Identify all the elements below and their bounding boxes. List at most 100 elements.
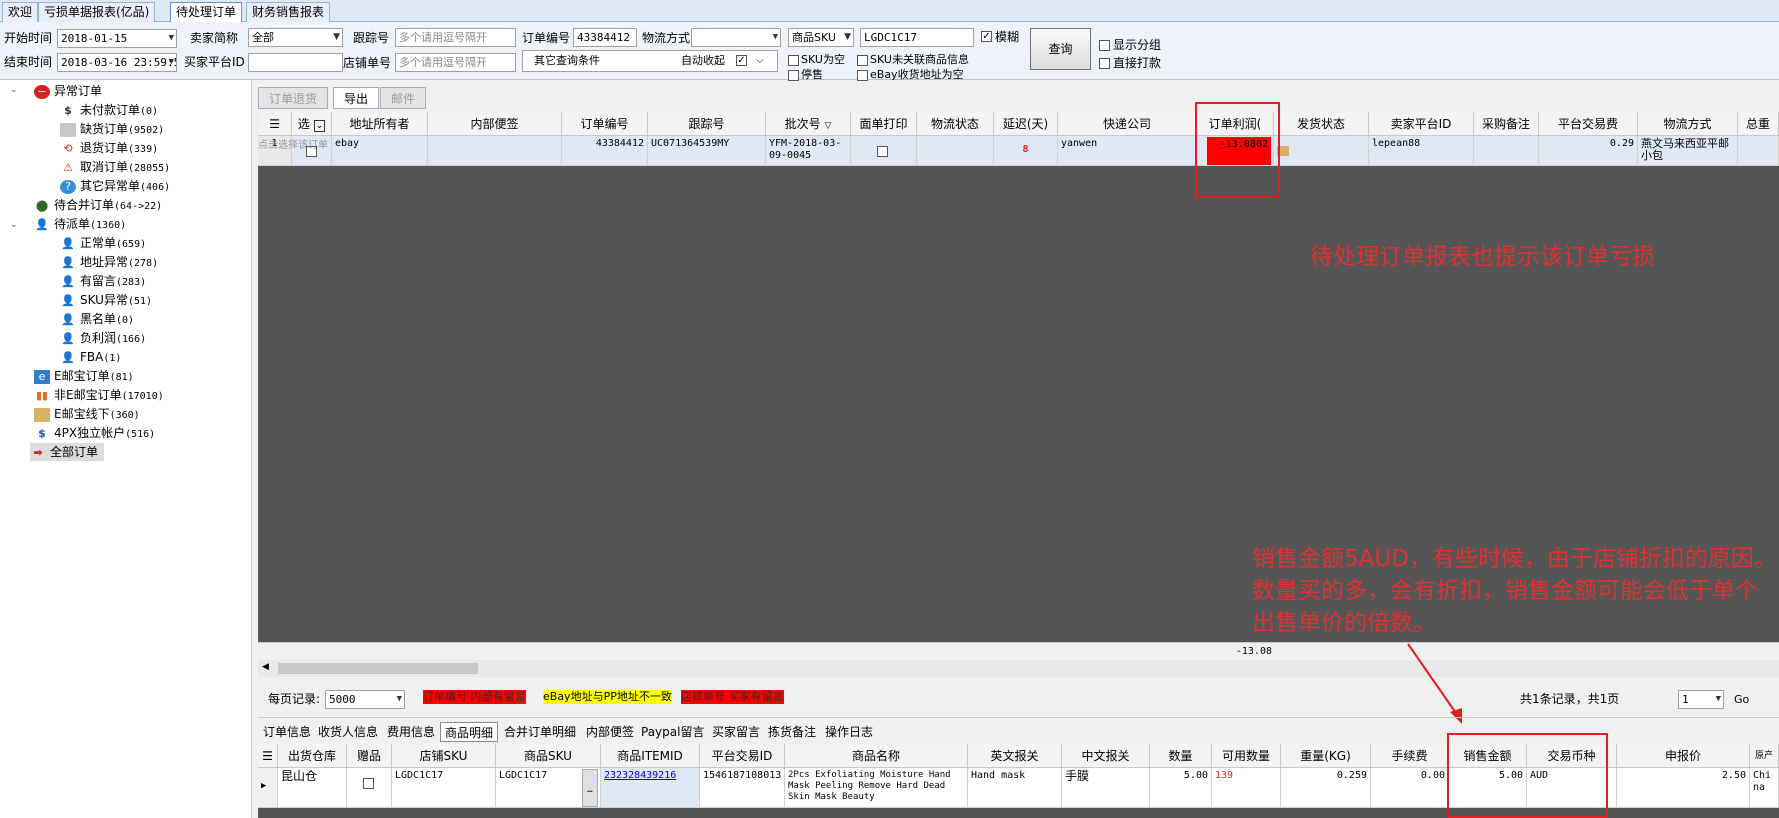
col-address-owner[interactable]: 地址所有者 xyxy=(332,112,428,136)
dcol-origin[interactable]: 原产 xyxy=(1750,744,1779,768)
dcol-item-id[interactable]: 商品ITEMID xyxy=(601,744,700,768)
end-time-picker[interactable]: 2018-03-16 23:59:5 ▼ xyxy=(57,53,177,72)
gift-checkbox[interactable] xyxy=(363,778,374,789)
tree-item-returns[interactable]: ⟲ 退货订单(339) xyxy=(60,139,158,157)
tree-item-cancelled[interactable]: ⚠ 取消订单(28055) xyxy=(60,158,170,176)
tree-item-unpaid[interactable]: $ 未付款订单(0) xyxy=(60,101,158,119)
detail-tab-picking-note[interactable]: 拣货备注 xyxy=(764,722,820,742)
collapse-icon[interactable]: ⌄ xyxy=(10,85,18,95)
col-total-weight[interactable]: 总重 xyxy=(1738,112,1779,136)
col-batch[interactable]: 批次号 ▽ xyxy=(766,112,851,136)
tracking-input[interactable]: 多个请用逗号隔开 xyxy=(395,28,516,47)
tree-item-blacklist[interactable]: 👤 黑名单(0) xyxy=(60,310,134,328)
col-order-no[interactable]: 订单编号 xyxy=(562,112,648,136)
detail-tab-items[interactable]: 商品明细 xyxy=(440,722,499,742)
collapse-toggle-icon[interactable]: ⌵ xyxy=(756,51,764,71)
col-select[interactable]: 选 ⌄ xyxy=(292,112,332,136)
tree-item-4px[interactable]: $4PX独立帐户(516) xyxy=(34,424,155,442)
platform-id-input[interactable] xyxy=(248,53,343,72)
tab-order-return[interactable]: 订单退货 xyxy=(258,87,329,109)
collapse-icon[interactable]: ⌄ xyxy=(10,220,18,230)
tab-export[interactable]: 导出 xyxy=(333,87,380,109)
start-time-picker[interactable]: 2018-01-15 ▼ xyxy=(57,29,177,48)
dcol-name[interactable]: 商品名称 xyxy=(785,744,968,768)
tab-email[interactable]: 邮件 xyxy=(380,87,427,109)
tree-item-has-message[interactable]: 👤 有留言(283) xyxy=(60,272,146,290)
tree-item-fba[interactable]: 👤 FBA(1) xyxy=(60,348,121,366)
logistics-select[interactable]: ▼ xyxy=(691,28,781,47)
col-logistics-status[interactable]: 物流状态 xyxy=(917,112,994,136)
horizontal-scrollbar[interactable]: ◀ xyxy=(258,660,1779,677)
tab-welcome[interactable]: 欢迎 xyxy=(2,2,39,22)
direct-print-checkbox[interactable] xyxy=(1099,58,1110,69)
tree-item-normal[interactable]: 👤 正常单(659) xyxy=(60,234,146,252)
dcol-txn-id[interactable]: 平台交易ID xyxy=(700,744,785,768)
tab-sales-report[interactable]: 财务销售报表 xyxy=(246,2,331,22)
sku-empty-checkbox[interactable] xyxy=(788,55,799,66)
col-purchase-note[interactable]: 采购备注 xyxy=(1474,112,1539,136)
sku-unlinked-checkbox[interactable] xyxy=(857,55,868,66)
dcol-shop-sku[interactable]: 店铺SKU xyxy=(392,744,496,768)
auto-collapse-checkbox[interactable]: ✓ xyxy=(736,55,747,66)
scrollbar-thumb[interactable] xyxy=(278,663,478,674)
detail-tab-buyer-message[interactable]: 买家留言 xyxy=(708,722,764,742)
dcol-warehouse[interactable]: 出货仓库 xyxy=(278,744,347,768)
col-shipping-method[interactable]: 物流方式 xyxy=(1638,112,1738,136)
per-page-select[interactable]: 5000 ▼ xyxy=(325,690,405,709)
filter-icon[interactable]: ▽ xyxy=(824,121,831,131)
tree-item-to-merge[interactable]: ⬤ 待合并订单(64->22) xyxy=(34,196,162,214)
tree-item-eub-offline[interactable]: E邮宝线下(360) xyxy=(34,405,140,423)
dcol-declared[interactable]: 申报价 xyxy=(1617,744,1750,768)
detail-tab-receiver[interactable]: 收货人信息 xyxy=(314,722,382,742)
dcol-avail[interactable]: 可用数量 xyxy=(1212,744,1281,768)
detail-tab-paypal[interactable]: Paypal留言 xyxy=(637,722,708,742)
sku-type-select[interactable]: 商品SKU ▼ xyxy=(788,28,854,47)
query-button[interactable]: 查询 xyxy=(1030,28,1091,70)
sku-input[interactable]: LGDC1C17 xyxy=(860,28,974,47)
col-express[interactable]: 快递公司 xyxy=(1058,112,1197,136)
col-tracking[interactable]: 跟踪号 xyxy=(648,112,766,136)
dcol-gift[interactable]: 赠品 xyxy=(347,744,392,768)
col-seller-id[interactable]: 卖家平台ID xyxy=(1369,112,1474,136)
dcol-cn-decl[interactable]: 中文报关 xyxy=(1062,744,1150,768)
tree-item-negative-profit[interactable]: 👤 负利润(166) xyxy=(60,329,146,347)
ellipsis-button[interactable]: … xyxy=(582,769,598,807)
tree-item-to-dispatch[interactable]: 👤 待派单(1360) xyxy=(34,215,126,233)
shop-no-input[interactable]: 多个请用逗号隔开 xyxy=(395,53,516,72)
tree-item-exception[interactable]: − 异常订单 xyxy=(34,82,102,100)
col-label-print[interactable]: 面单打印 xyxy=(851,112,917,136)
seller-select[interactable]: 全部 ▼ xyxy=(248,28,343,47)
fuzzy-checkbox[interactable]: ✓ xyxy=(981,31,992,42)
dcol-fee[interactable]: 手续费 xyxy=(1371,744,1449,768)
col-internal-note[interactable]: 内部便签 xyxy=(428,112,562,136)
col-platform-fee[interactable]: 平台交易费 xyxy=(1539,112,1638,136)
tree-item-non-eub[interactable]: ▮▮ 非E邮宝订单(17010) xyxy=(34,386,164,404)
tab-pending-orders[interactable]: 待处理订单 xyxy=(170,2,243,22)
detail-tab-order-info[interactable]: 订单信息 xyxy=(259,722,315,742)
scroll-left-icon[interactable]: ◀ xyxy=(262,662,269,672)
chevron-down-icon[interactable]: ⌄ xyxy=(313,120,326,132)
page-select[interactable]: 1 ▼ xyxy=(1678,690,1724,709)
other-conditions-box[interactable]: 其它查询条件 自动收起 ✓ ⌵ xyxy=(522,50,778,72)
col-delay[interactable]: 延迟(天) xyxy=(994,112,1058,136)
stop-sale-checkbox[interactable] xyxy=(788,70,799,81)
ebay-addr-empty-checkbox[interactable] xyxy=(857,70,868,81)
tree-item-all-orders[interactable]: ➡ 全部订单 xyxy=(30,443,105,461)
show-group-checkbox[interactable] xyxy=(1099,40,1110,51)
go-button[interactable]: Go xyxy=(1734,691,1749,709)
tab-loss-report[interactable]: 亏损单据报表(亿品) xyxy=(38,2,156,22)
dcol-en-decl[interactable]: 英文报关 xyxy=(968,744,1062,768)
detail-tab-merged[interactable]: 合并订单明细 xyxy=(500,722,580,742)
tree-item-address-exception[interactable]: 👤 地址异常(278) xyxy=(60,253,158,271)
order-no-input[interactable]: 43384412 xyxy=(573,28,637,47)
detail-tab-log[interactable]: 操作日志 xyxy=(821,722,877,742)
col-ship-status[interactable]: 发货状态 xyxy=(1274,112,1369,136)
dcol-weight[interactable]: 重量(KG) xyxy=(1281,744,1371,768)
detail-tab-fees[interactable]: 费用信息 xyxy=(383,722,439,742)
dcol-qty[interactable]: 数量 xyxy=(1150,744,1212,768)
dcol-sku[interactable]: 商品SKU xyxy=(496,744,601,768)
tree-item-eub[interactable]: e E邮宝订单(81) xyxy=(34,367,134,385)
detail-tab-internal-note[interactable]: 内部便签 xyxy=(582,722,638,742)
tree-item-out-of-stock[interactable]: 缺货订单(9502) xyxy=(60,120,164,138)
tree-item-sku-exception[interactable]: 👤 SKU异常(51) xyxy=(60,291,152,309)
